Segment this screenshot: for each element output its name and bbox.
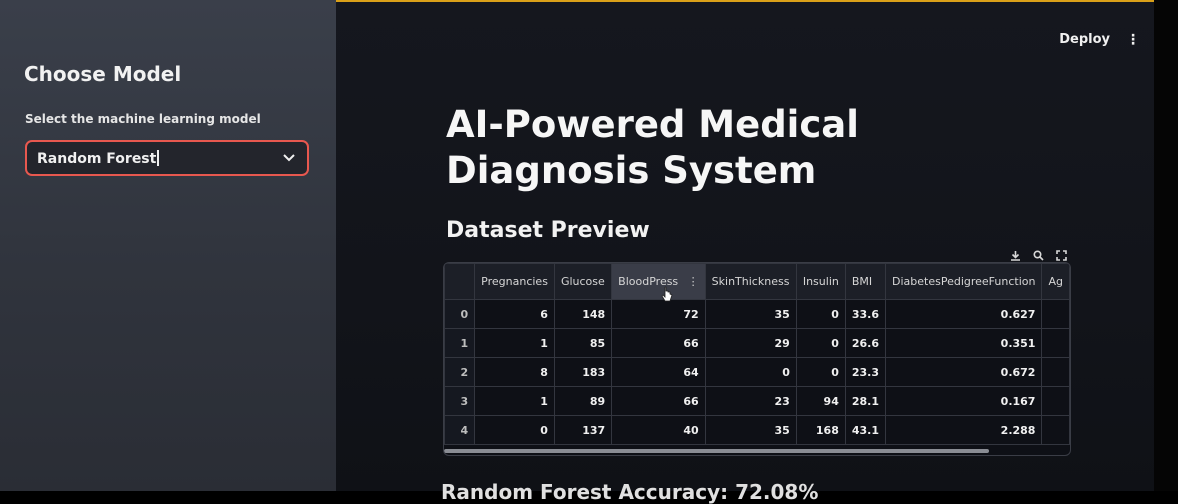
col-header-diabetespedigree[interactable]: DiabetesPedigreeFunction — [884, 263, 1043, 300]
table-cell[interactable]: 2.288 — [884, 415, 1043, 445]
table-cell[interactable]: 168 — [795, 415, 846, 445]
sidebar-title: Choose Model — [24, 62, 182, 86]
col-header-bloodpressure[interactable]: BloodPress ⋮ — [611, 263, 706, 300]
column-menu-icon[interactable]: ⋮ — [688, 275, 699, 288]
model-select-value: Random Forest — [37, 150, 159, 167]
table-row: 4 0 137 40 35 168 43.1 2.288 — [444, 415, 1070, 445]
chevron-down-icon — [283, 154, 295, 162]
table-cell[interactable]: 183 — [553, 357, 613, 387]
table-row: 1 1 85 66 29 0 26.6 0.351 — [444, 328, 1070, 358]
table-cell[interactable]: 35 — [704, 415, 797, 445]
table-cell[interactable]: 33.6 — [844, 299, 887, 329]
table-cell[interactable] — [1041, 415, 1070, 445]
col-header-index[interactable] — [444, 263, 476, 300]
table-cell[interactable]: 35 — [704, 299, 797, 329]
download-icon[interactable] — [1010, 250, 1021, 261]
fullscreen-icon[interactable] — [1056, 250, 1067, 261]
accuracy-text: Random Forest Accuracy: 72.08% — [441, 480, 819, 504]
sidebar: Choose Model Select the machine learning… — [0, 0, 336, 491]
table-cell[interactable]: 1 — [474, 386, 555, 416]
col-header-pregnancies[interactable]: Pregnancies — [474, 263, 555, 300]
main-content: Deploy ⋮ AI-Powered Medical Diagnosis Sy… — [336, 0, 1154, 504]
table-cell[interactable]: 89 — [553, 386, 613, 416]
table-row: 3 1 89 66 23 94 28.1 0.167 — [444, 386, 1070, 416]
table-cell[interactable]: 3 — [444, 386, 476, 416]
page-title: AI-Powered Medical Diagnosis System — [446, 103, 859, 192]
table-row: 2 8 183 64 0 0 23.3 0.672 — [444, 357, 1070, 387]
table-cell[interactable]: 40 — [611, 415, 706, 445]
table-cell[interactable]: 64 — [611, 357, 706, 387]
deploy-button[interactable]: Deploy — [1059, 32, 1110, 47]
table-cell[interactable]: 29 — [704, 328, 797, 358]
model-select-label: Select the machine learning model — [25, 112, 261, 126]
table-cell[interactable]: 94 — [795, 386, 846, 416]
table-cell[interactable] — [1041, 328, 1070, 358]
table-cell[interactable]: 0.672 — [884, 357, 1043, 387]
table-cell[interactable]: 2 — [444, 357, 476, 387]
table-cell[interactable]: 23.3 — [844, 357, 887, 387]
table-row: 0 6 148 72 35 0 33.6 0.627 — [444, 299, 1070, 329]
col-header-insulin[interactable]: Insulin — [795, 263, 846, 300]
table-cell[interactable]: 0 — [795, 328, 846, 358]
table-cell[interactable]: 0.627 — [884, 299, 1043, 329]
col-header-skinthickness[interactable]: SkinThickness — [704, 263, 797, 300]
search-icon[interactable] — [1033, 250, 1044, 261]
table-cell[interactable]: 0 — [795, 357, 846, 387]
table-cell[interactable]: 8 — [474, 357, 555, 387]
table-cell[interactable]: 66 — [611, 328, 706, 358]
table-cell[interactable]: 1 — [444, 328, 476, 358]
col-header-glucose[interactable]: Glucose — [553, 263, 613, 300]
table-header-row: Pregnancies Glucose BloodPress ⋮ SkinThi… — [444, 263, 1070, 300]
dataset-heading: Dataset Preview — [446, 218, 650, 243]
table-cell[interactable] — [1041, 357, 1070, 387]
table-cell[interactable]: 0 — [795, 299, 846, 329]
table-cell[interactable] — [1041, 386, 1070, 416]
mouse-cursor-icon — [661, 286, 673, 302]
dataset-table[interactable]: Pregnancies Glucose BloodPress ⋮ SkinThi… — [443, 262, 1071, 456]
table-cell[interactable]: 85 — [553, 328, 613, 358]
table-cell[interactable]: 43.1 — [844, 415, 887, 445]
table-cell[interactable]: 0.167 — [884, 386, 1043, 416]
table-cell[interactable]: 0.351 — [884, 328, 1043, 358]
table-cell[interactable]: 1 — [474, 328, 555, 358]
screen-edge — [1154, 0, 1178, 491]
table-cell[interactable]: 0 — [444, 299, 476, 329]
col-header-age[interactable]: Ag — [1041, 263, 1070, 300]
horizontal-scrollbar[interactable] — [444, 449, 989, 453]
main-menu-icon[interactable]: ⋮ — [1126, 32, 1140, 48]
col-header-bmi[interactable]: BMI — [844, 263, 887, 300]
table-toolbar — [1010, 250, 1067, 261]
table-cell[interactable]: 4 — [444, 415, 476, 445]
table-cell[interactable]: 28.1 — [844, 386, 887, 416]
table-cell[interactable]: 0 — [474, 415, 555, 445]
table-cell[interactable]: 0 — [704, 357, 797, 387]
table-cell[interactable]: 137 — [553, 415, 613, 445]
table-cell[interactable]: 26.6 — [844, 328, 887, 358]
model-select[interactable]: Random Forest — [25, 140, 309, 176]
table-cell[interactable]: 72 — [611, 299, 706, 329]
table-cell[interactable] — [1041, 299, 1070, 329]
table-cell[interactable]: 66 — [611, 386, 706, 416]
table-cell[interactable]: 148 — [553, 299, 613, 329]
table-cell[interactable]: 6 — [474, 299, 555, 329]
table-cell[interactable]: 23 — [704, 386, 797, 416]
